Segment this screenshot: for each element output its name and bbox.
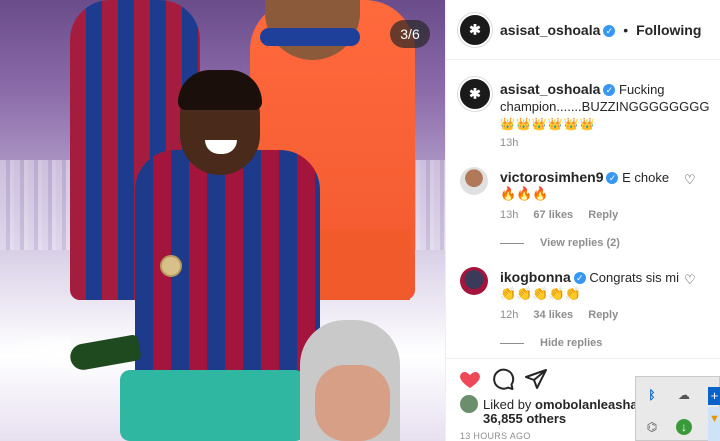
verified-icon: ✓ (603, 25, 616, 37)
heart-icon[interactable] (458, 367, 482, 391)
view-replies-button[interactable]: View replies (2) (500, 237, 620, 249)
logo-icon: ✱ (469, 85, 481, 102)
avatar[interactable]: ✱ (458, 77, 492, 111)
hide-replies-button[interactable]: Hide replies (500, 337, 602, 349)
divider (500, 242, 524, 244)
verified-icon: ✓ (573, 272, 586, 284)
post-side-panel: ✱ asisat_oshoala ✓ • Following ✱ asisat_o… (445, 0, 720, 441)
avatar[interactable] (460, 167, 488, 195)
selected-tray-slot[interactable]: ▼ (708, 407, 720, 441)
post-photo[interactable]: 3/6 (0, 0, 445, 441)
header-username[interactable]: asisat_oshoala (500, 22, 600, 38)
main-player-hair (178, 70, 262, 110)
divider (500, 342, 524, 344)
medal (160, 255, 182, 277)
share-icon[interactable] (524, 367, 548, 391)
main-player-shorts (120, 370, 305, 441)
liked-prefix: Liked by (483, 397, 532, 412)
torrent-icon[interactable]: ↓ (676, 419, 692, 435)
headband (260, 28, 360, 46)
comment-username[interactable]: ikogbonna (500, 269, 571, 285)
comment-time: 13h (500, 209, 519, 221)
like-comment-heart-icon[interactable]: ♡ (684, 173, 698, 187)
separator-dot: • (623, 22, 629, 38)
header-user: asisat_oshoala ✓ • Following (500, 22, 701, 38)
comment-time: 12h (500, 309, 519, 321)
reply-button[interactable]: Reply (588, 209, 618, 221)
verified-icon: ✓ (606, 172, 619, 184)
comment-text: ikogbonna ✓ Congrats sis mi 👏👏👏👏👏 (500, 269, 680, 302)
logo-icon: ✱ (469, 21, 481, 38)
caption-username[interactable]: asisat_oshoala (500, 81, 600, 97)
post-header: ✱ asisat_oshoala ✓ • Following (446, 0, 720, 60)
avatar[interactable]: ✱ (458, 13, 492, 47)
caption-time: 13h (500, 137, 519, 149)
comment-username[interactable]: victorosimhen9 (500, 169, 603, 185)
system-tray-popup: ᛒ ☁ + ⌬ ↓ ▼ (635, 376, 720, 441)
likes-count[interactable]: 36,855 others (483, 411, 566, 426)
hide-replies-label: Hide replies (540, 337, 603, 349)
posted-time: 13 HOURS AGO (460, 431, 531, 441)
comment-likes[interactable]: 67 likes (533, 209, 573, 221)
comment-icon[interactable] (491, 367, 515, 391)
comment-meta: 12h 34 likes Reply (500, 309, 630, 321)
comment-meta: 13h 67 likes Reply (500, 209, 630, 221)
verified-icon: ✓ (603, 84, 616, 96)
reply-button[interactable]: Reply (588, 309, 618, 321)
like-comment-heart-icon[interactable]: ♡ (684, 273, 698, 287)
comment-text: victorosimhen9 ✓ E choke 🔥🔥🔥 (500, 169, 680, 202)
crown-emojis: 👑👑👑👑👑👑 (500, 117, 596, 131)
network-icon[interactable]: ⌬ (644, 419, 660, 435)
champagne-spray (0, 330, 70, 370)
caption-text: asisat_oshoala ✓ Fucking champion.......B… (500, 81, 710, 133)
avatar[interactable] (460, 395, 478, 413)
warning-icon: ▼ (709, 413, 720, 425)
following-button[interactable]: Following (636, 22, 701, 38)
cloud-icon[interactable]: ☁ (676, 387, 692, 403)
avatar[interactable] (460, 267, 488, 295)
add-button[interactable]: + (708, 387, 720, 405)
comment-likes[interactable]: 34 likes (533, 309, 573, 321)
bluetooth-icon[interactable]: ᛒ (644, 387, 660, 403)
view-replies-label: View replies (2) (540, 237, 620, 249)
man-face (315, 365, 390, 441)
photo-counter: 3/6 (390, 20, 430, 48)
